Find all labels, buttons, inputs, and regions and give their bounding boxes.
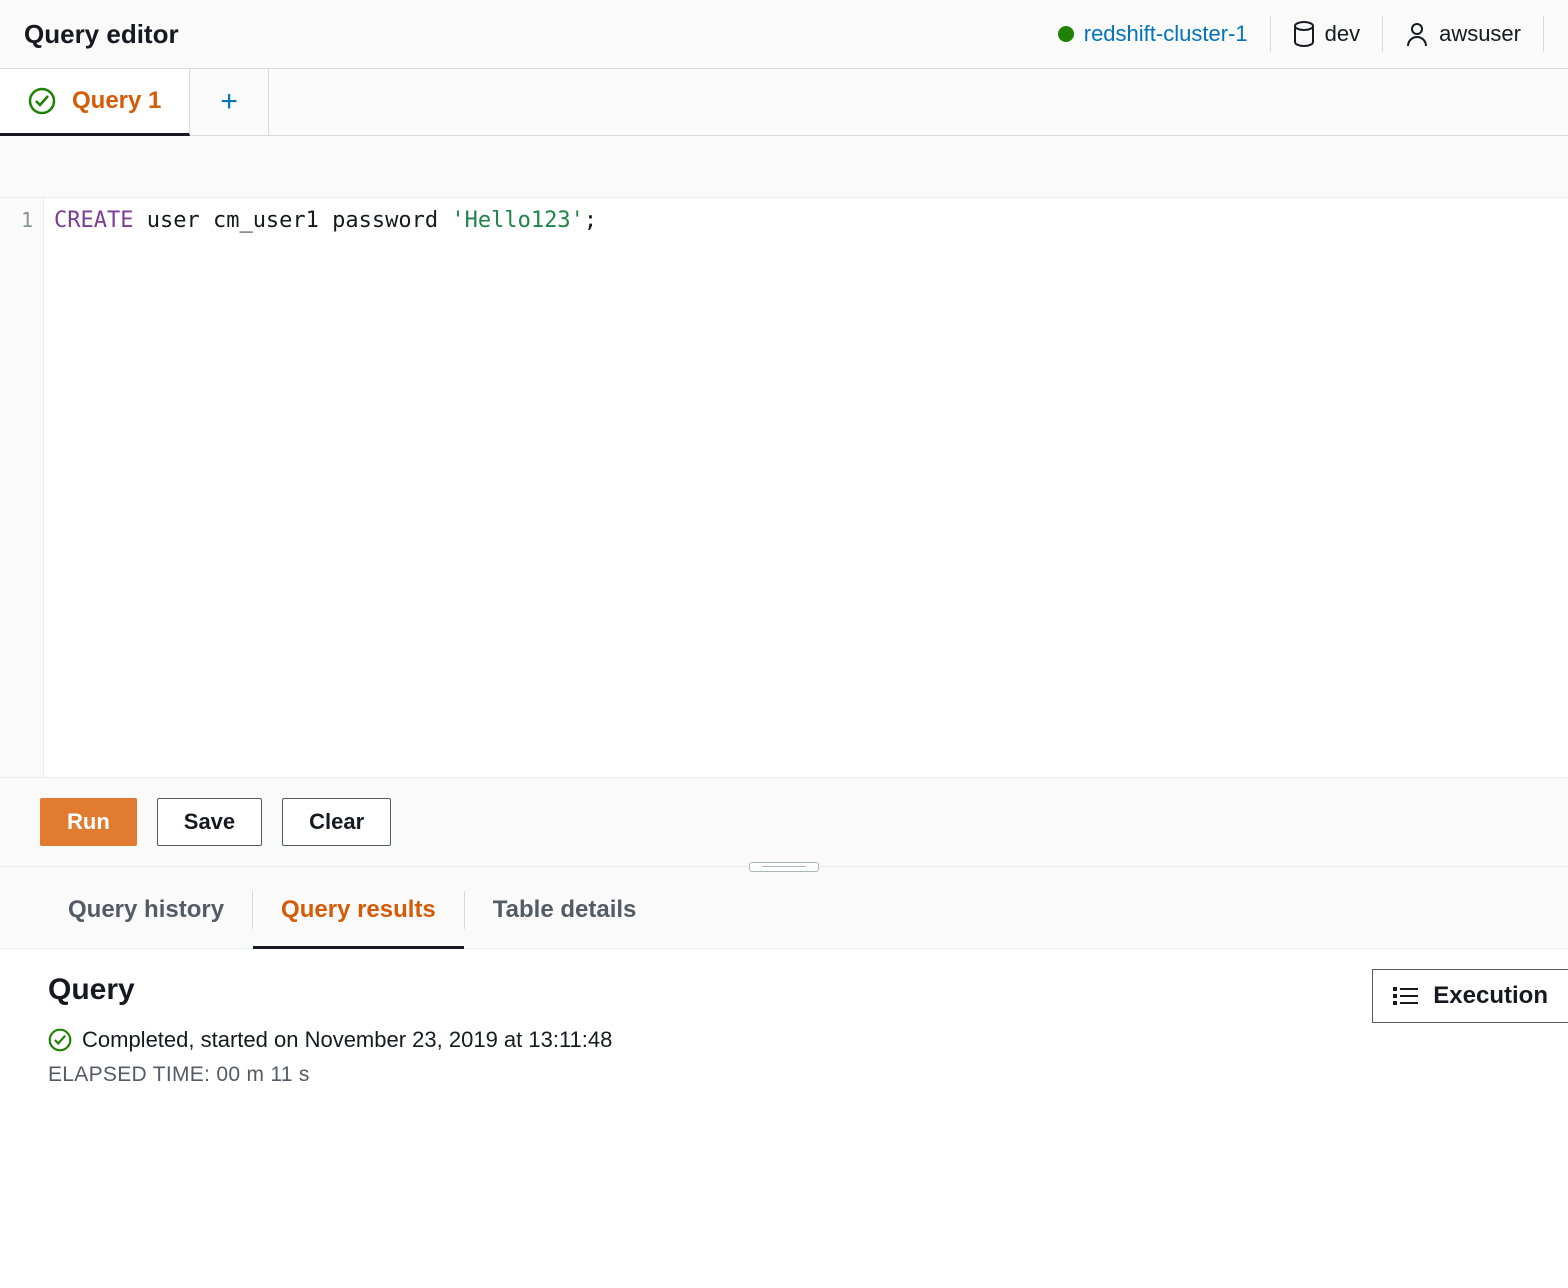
query-tabs: Query 1 + [0,69,1568,136]
header-info: redshift-cluster-1 dev awsuser [1036,16,1544,52]
clear-button[interactable]: Clear [282,798,391,846]
editor-actions: Run Save Clear [0,778,1568,867]
sql-text: user cm_user1 password [133,208,451,233]
sql-end: ; [584,208,597,233]
execution-icon [1393,985,1419,1007]
tab-query-1[interactable]: Query 1 [0,69,190,136]
cluster-indicator[interactable]: redshift-cluster-1 [1036,21,1270,47]
tab-query-history[interactable]: Query history [40,872,252,948]
status-dot-icon [1058,26,1074,42]
execution-label: Execution [1433,982,1548,1010]
header-bar: Query editor redshift-cluster-1 dev awsu… [0,0,1568,69]
database-icon [1293,21,1315,47]
check-circle-icon [28,87,56,115]
sql-editor[interactable]: 1 CREATE user cm_user1 password 'Hello12… [0,198,1568,778]
line-number: 1 [0,208,43,232]
plus-icon: + [220,85,238,118]
handle-icon [749,862,819,872]
tab-query-results[interactable]: Query results [253,872,464,948]
execution-button[interactable]: Execution [1372,969,1568,1023]
database-indicator[interactable]: dev [1271,21,1382,47]
query-heading: Query [48,973,1520,1007]
save-button[interactable]: Save [157,798,262,846]
query-result-panel: Query Completed, started on November 23,… [0,949,1568,1137]
user-indicator[interactable]: awsuser [1383,21,1543,47]
elapsed-time: ELAPSED TIME: 00 m 11 s [48,1063,1520,1087]
run-button[interactable]: Run [40,798,137,846]
editor-toolbar-spacer [0,136,1568,198]
database-name: dev [1325,21,1360,47]
tab-label: Query 1 [72,87,161,115]
sql-string: 'Hello123' [451,208,583,233]
tab-table-details[interactable]: Table details [465,872,665,948]
user-icon [1405,21,1429,47]
check-circle-icon [48,1028,72,1052]
divider [1543,16,1544,52]
status-line: Completed, started on November 23, 2019 … [48,1027,1520,1053]
results-tabs: Query history Query results Table detail… [0,872,1568,949]
add-tab-button[interactable]: + [190,69,269,135]
cluster-name[interactable]: redshift-cluster-1 [1084,21,1248,47]
line-gutter: 1 [0,198,44,777]
code-content[interactable]: CREATE user cm_user1 password 'Hello123'… [44,198,1568,777]
status-text: Completed, started on November 23, 2019 … [82,1027,612,1053]
page-title: Query editor [24,19,179,50]
sql-keyword: CREATE [54,208,133,233]
user-name: awsuser [1439,21,1521,47]
